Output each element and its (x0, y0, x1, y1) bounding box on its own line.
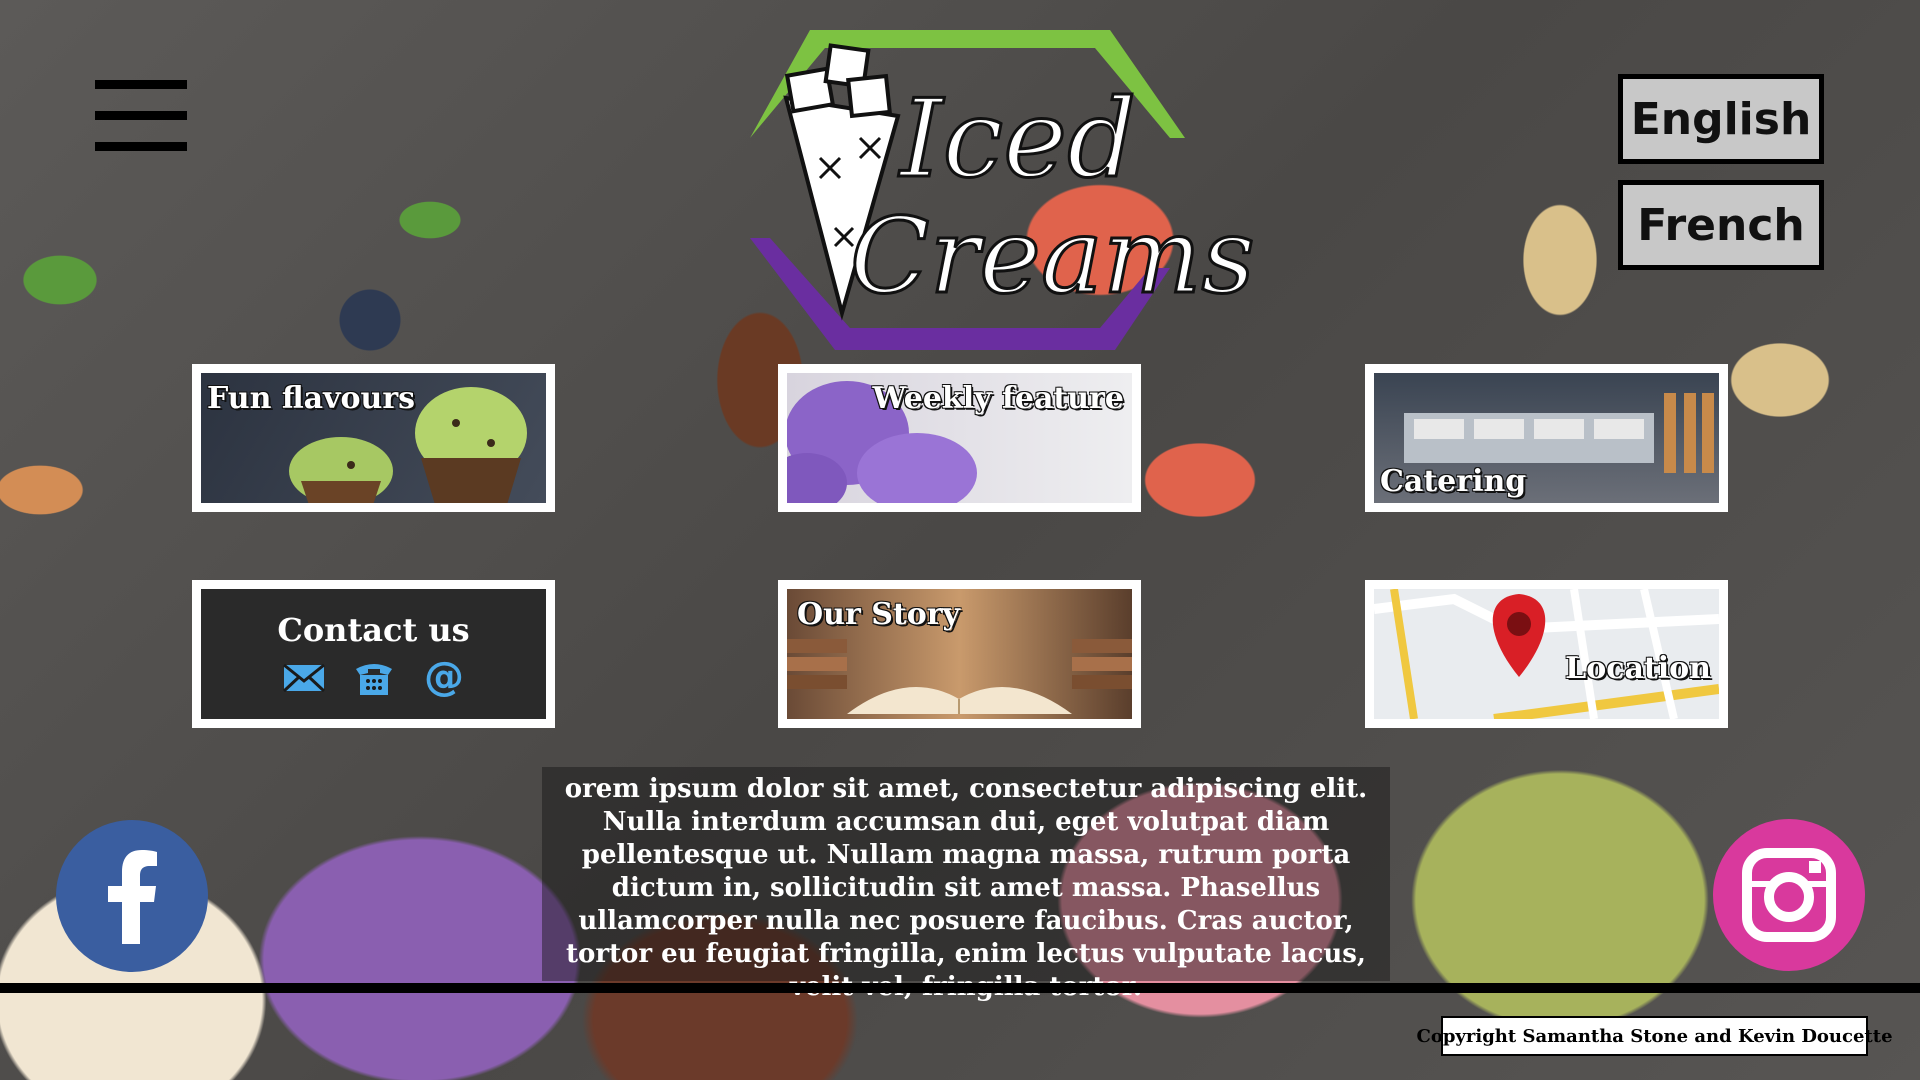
description-text: orem ipsum dolor sit amet, consectetur a… (542, 767, 1390, 1002)
footer-divider (0, 983, 1920, 993)
fun-flavours-image: Fun flavours (201, 373, 546, 503)
contact-us-panel: Contact us @ (201, 589, 546, 719)
logo-text-creams: Creams (850, 195, 1255, 317)
english-button[interactable]: English (1618, 74, 1824, 164)
email-icon[interactable] (282, 657, 326, 697)
facebook-icon[interactable] (56, 820, 208, 972)
instagram-icon[interactable] (1713, 819, 1865, 971)
at-sign-icon[interactable]: @ (422, 657, 466, 697)
tile-location[interactable]: Location (1365, 580, 1728, 728)
tile-label: Fun flavours (207, 381, 416, 416)
weekly-feature-image: Weekly feature (787, 373, 1132, 503)
tile-contact-us[interactable]: Contact us @ (192, 580, 555, 728)
logo-text-iced: Iced (898, 77, 1136, 202)
phone-icon[interactable] (352, 657, 396, 697)
tile-our-story[interactable]: Our Story (778, 580, 1141, 728)
tile-catering[interactable]: Catering (1365, 364, 1728, 512)
site-logo[interactable]: Iced Creams (750, 28, 1280, 354)
tile-label: Weekly feature (872, 381, 1124, 416)
tile-fun-flavours[interactable]: Fun flavours (192, 364, 555, 512)
tile-label: Contact us (277, 611, 470, 649)
location-map-image: Location (1374, 589, 1719, 719)
catering-image: Catering (1374, 373, 1719, 503)
copyright-notice: Copyright Samantha Stone and Kevin Douce… (1417, 1016, 1893, 1056)
hamburger-menu-icon[interactable] (95, 80, 187, 151)
tile-label: Location (1565, 651, 1711, 686)
tile-weekly-feature[interactable]: Weekly feature (778, 364, 1141, 512)
french-button[interactable]: French (1618, 180, 1824, 270)
tile-label: Our Story (797, 597, 960, 632)
tile-label: Catering (1380, 464, 1527, 499)
svg-text:@: @ (424, 657, 464, 697)
our-story-image: Our Story (787, 589, 1132, 719)
